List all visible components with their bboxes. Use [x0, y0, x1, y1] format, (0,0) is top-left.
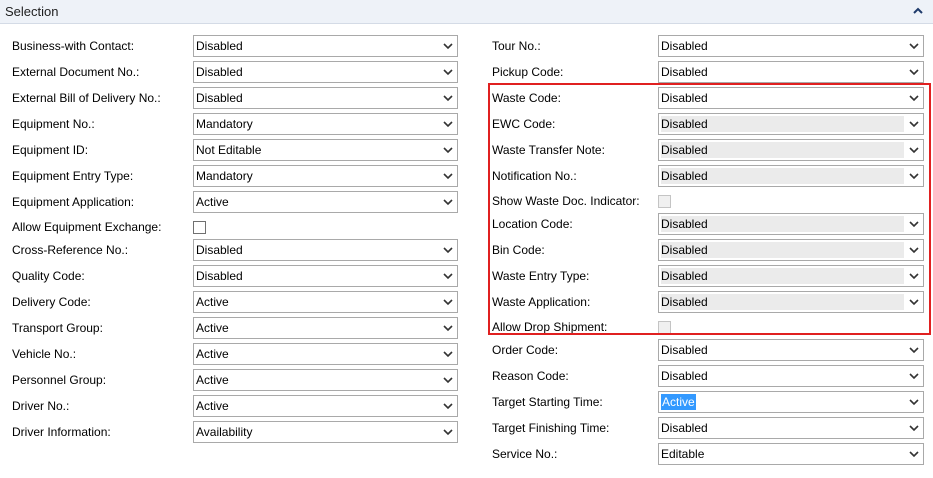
chevron-down-icon: [909, 147, 919, 154]
chevron-down-icon: [909, 425, 919, 432]
field-label: Waste Code:: [492, 91, 561, 105]
field-row-target-finishing-time: Target Finishing Time: Disabled: [0, 417, 933, 439]
select-value: Disabled: [661, 169, 708, 183]
field-label: Allow Drop Shipment:: [492, 320, 608, 334]
section-title: Selection: [5, 4, 59, 19]
tour-no-select[interactable]: Disabled: [658, 35, 924, 57]
field-row-bin-code: Bin Code: Disabled: [0, 239, 933, 261]
chevron-down-icon: [909, 173, 919, 180]
chevron-down-icon: [909, 247, 919, 254]
pickup-code-select[interactable]: Disabled: [658, 61, 924, 83]
field-row-order-code: Order Code: Disabled: [0, 339, 933, 361]
waste-transfer-note-select[interactable]: Disabled: [658, 139, 924, 161]
reason-code-select[interactable]: Disabled: [658, 365, 924, 387]
field-label: Waste Entry Type:: [492, 269, 590, 283]
field-row-waste-code: Waste Code: Disabled: [0, 87, 933, 109]
field-row-location-code: Location Code: Disabled: [0, 213, 933, 235]
select-value: Disabled: [661, 91, 708, 105]
select-value: Disabled: [661, 243, 708, 257]
target-starting-time-select[interactable]: Active: [658, 391, 924, 413]
location-code-select[interactable]: Disabled: [658, 213, 924, 235]
field-label: Waste Application:: [492, 295, 591, 309]
chevron-down-icon: [909, 69, 919, 76]
allow-drop-shipment-checkbox: [658, 321, 671, 334]
select-value: Disabled: [661, 217, 708, 231]
field-label: Waste Transfer Note:: [492, 143, 605, 157]
select-value: Disabled: [661, 295, 708, 309]
select-value: Disabled: [661, 39, 708, 53]
field-row-target-starting-time: Target Starting Time: Active: [0, 391, 933, 413]
field-row-reason-code: Reason Code: Disabled: [0, 365, 933, 387]
field-row-show-waste-doc-indicator: Show Waste Doc. Indicator:: [0, 190, 933, 212]
field-label: Reason Code:: [492, 369, 569, 383]
select-value: Editable: [661, 447, 705, 461]
chevron-down-icon: [909, 221, 919, 228]
field-label: Bin Code:: [492, 243, 545, 257]
service-no-select[interactable]: Editable: [658, 443, 924, 465]
chevron-down-icon: [909, 299, 919, 306]
show-waste-doc-indicator-checkbox: [658, 195, 671, 208]
field-row-notification-no: Notification No.: Disabled: [0, 165, 933, 187]
chevron-down-icon: [909, 121, 919, 128]
select-value: Disabled: [661, 343, 708, 357]
waste-application-select[interactable]: Disabled: [658, 291, 924, 313]
field-label: Target Starting Time:: [492, 395, 603, 409]
field-label: Show Waste Doc. Indicator:: [492, 194, 640, 208]
select-value: Disabled: [661, 117, 708, 131]
chevron-down-icon: [909, 273, 919, 280]
field-row-tour-no: Tour No.: Disabled: [0, 35, 933, 57]
order-code-select[interactable]: Disabled: [658, 339, 924, 361]
waste-code-select[interactable]: Disabled: [658, 87, 924, 109]
field-label: Pickup Code:: [492, 65, 564, 79]
chevron-down-icon: [909, 95, 919, 102]
field-label: Location Code:: [492, 217, 573, 231]
waste-entry-type-select[interactable]: Disabled: [658, 265, 924, 287]
chevron-down-icon: [909, 347, 919, 354]
field-label: Tour No.:: [492, 39, 541, 53]
bin-code-select[interactable]: Disabled: [658, 239, 924, 261]
chevron-down-icon: [909, 373, 919, 380]
field-row-allow-drop-shipment: Allow Drop Shipment:: [0, 316, 933, 338]
field-label: Order Code:: [492, 343, 559, 357]
select-value: Disabled: [661, 421, 708, 435]
field-label: Target Finishing Time:: [492, 421, 610, 435]
chevron-up-icon[interactable]: [913, 6, 923, 16]
field-row-pickup-code: Pickup Code: Disabled: [0, 61, 933, 83]
field-row-service-no: Service No.: Editable: [0, 443, 933, 465]
field-label: Notification No.:: [492, 169, 577, 183]
chevron-down-icon: [909, 451, 919, 458]
select-value: Disabled: [661, 269, 708, 283]
select-value: Active: [661, 394, 696, 410]
select-value: Disabled: [661, 369, 708, 383]
field-row-waste-application: Waste Application: Disabled: [0, 291, 933, 313]
ewc-code-select[interactable]: Disabled: [658, 113, 924, 135]
select-value: Disabled: [661, 65, 708, 79]
chevron-down-icon: [909, 43, 919, 50]
chevron-down-icon: [909, 399, 919, 406]
target-finishing-time-select[interactable]: Disabled: [658, 417, 924, 439]
field-row-waste-transfer-note: Waste Transfer Note: Disabled: [0, 139, 933, 161]
field-label: EWC Code:: [492, 117, 556, 131]
field-row-ewc-code: EWC Code: Disabled: [0, 113, 933, 135]
select-value: Disabled: [661, 143, 708, 157]
section-header[interactable]: Selection: [0, 0, 933, 24]
notification-no-select[interactable]: Disabled: [658, 165, 924, 187]
field-label: Service No.:: [492, 447, 558, 461]
field-row-waste-entry-type: Waste Entry Type: Disabled: [0, 265, 933, 287]
